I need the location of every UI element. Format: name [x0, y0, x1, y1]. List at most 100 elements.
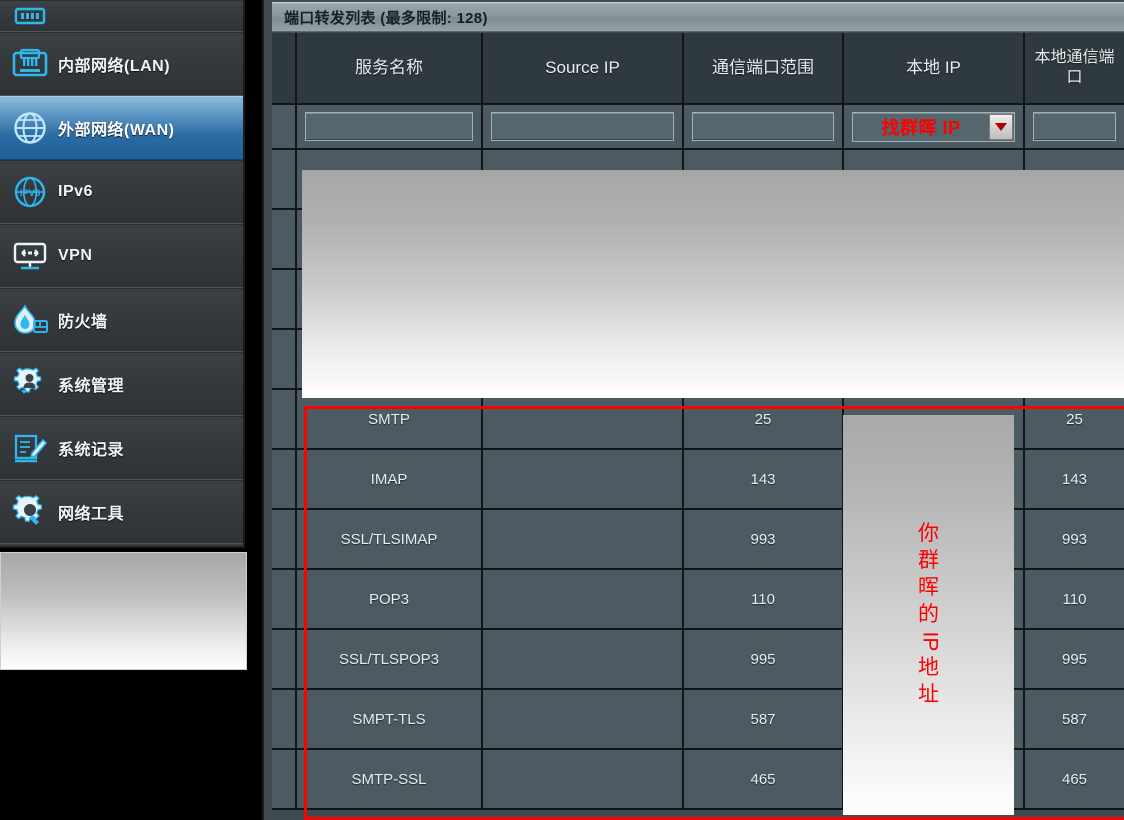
hint-char-4: IP	[915, 632, 942, 652]
page-title: 端口转发列表 (最多限制: 128)	[272, 2, 1124, 32]
globe-icon	[8, 107, 52, 149]
gear-person-icon	[8, 363, 52, 405]
hint-char-5: 地	[918, 655, 939, 682]
sidebar-item-network-tools-label: 网络工具	[58, 500, 124, 524]
cell-port-range: 25	[684, 390, 844, 450]
header-select	[272, 33, 297, 105]
sidebar-item-network-tools[interactable]: 网络工具	[0, 480, 243, 544]
sidebar-item-wan[interactable]: 外部网络(WAN)	[0, 96, 243, 160]
sidebar-item-vpn-label: VPN	[58, 247, 92, 265]
cell-source-ip	[483, 690, 684, 750]
cell-port-range: 110	[684, 570, 844, 630]
cell-port-range: 993	[684, 510, 844, 570]
cell-local-port: 110	[1025, 570, 1124, 630]
filter-port-range-cell	[684, 105, 844, 150]
hint-char-6: 址	[918, 682, 939, 709]
row-select-cell[interactable]	[272, 330, 297, 390]
cell-local-port: 587	[1025, 690, 1124, 750]
cell-port-range: 465	[684, 750, 844, 810]
local-ip-combobox[interactable]: 找群晖 IP	[852, 112, 1015, 142]
cell-port-range: 587	[684, 690, 844, 750]
gear-wrench-icon	[8, 491, 52, 533]
router-icon	[8, 0, 52, 29]
local-ip-hint-annotation: 你群晖的 IP 地址	[918, 521, 939, 709]
cell-local-port: 993	[1025, 510, 1124, 570]
source-ip-input[interactable]	[491, 112, 674, 141]
sidebar-item-vpn[interactable]: VPN	[0, 224, 243, 288]
log-pencil-icon	[8, 427, 52, 469]
cell-service-name: SSL/TLSIMAP	[297, 510, 483, 570]
cell-local-port: 143	[1025, 450, 1124, 510]
cell-source-ip	[483, 630, 684, 690]
filter-service-name-cell	[297, 105, 483, 150]
port-range-input[interactable]	[692, 112, 834, 141]
cell-source-ip	[483, 750, 684, 810]
hint-char-0: 你	[918, 521, 939, 548]
row-select-cell[interactable]	[272, 570, 297, 630]
sidebar-item-ipv6[interactable]: IPV6 IPv6	[0, 160, 243, 224]
screen: 内部网络(LAN) 外部网络(WAN) IPV6	[0, 0, 1124, 820]
sidebar-item-system-log[interactable]: 系统记录	[0, 416, 243, 480]
ipv6-globe-icon: IPV6	[8, 171, 52, 213]
header-local-port: 本地通信端口	[1025, 33, 1124, 105]
cell-port-range: 143	[684, 450, 844, 510]
sidebar-item-wan-label: 外部网络(WAN)	[58, 116, 175, 140]
header-port-range: 通信端口范围	[684, 33, 844, 105]
sidebar-item-system-admin-label: 系统管理	[58, 372, 124, 396]
cell-service-name: SSL/TLSPOP3	[297, 630, 483, 690]
row-select-cell[interactable]	[272, 270, 297, 330]
cell-source-ip	[483, 570, 684, 630]
local-port-input[interactable]	[1033, 112, 1116, 141]
cell-local-port: 995	[1025, 630, 1124, 690]
sidebar-item-lan-label: 内部网络(LAN)	[58, 52, 170, 76]
sidebar-item-lan[interactable]: 内部网络(LAN)	[0, 32, 243, 96]
lan-port-icon	[8, 43, 52, 85]
local-ip-value: 找群晖 IP	[853, 114, 989, 140]
sidebar-item-ipv6-label: IPv6	[58, 183, 93, 201]
dropdown-overlay-top[interactable]	[302, 170, 1124, 398]
cell-port-range: 995	[684, 630, 844, 690]
sidebar-item-firewall[interactable]: 防火墙	[0, 288, 243, 352]
chevron-down-icon[interactable]	[989, 114, 1013, 140]
cell-service-name: POP3	[297, 570, 483, 630]
cell-service-name: SMTP	[297, 390, 483, 450]
filter-local-port-cell	[1025, 105, 1124, 150]
row-select-cell[interactable]	[272, 450, 297, 510]
dropdown-overlay-local-ip[interactable]: 你群晖的 IP 地址	[843, 415, 1014, 815]
header-source-ip: Source IP	[483, 33, 684, 105]
row-select-cell[interactable]	[272, 390, 297, 450]
row-select-cell[interactable]	[272, 150, 297, 210]
service-name-input[interactable]	[305, 112, 473, 141]
hint-char-3: 的	[918, 602, 939, 629]
sidebar: 内部网络(LAN) 外部网络(WAN) IPV6	[0, 0, 245, 548]
cell-service-name: SMPT-TLS	[297, 690, 483, 750]
row-select-cell[interactable]	[272, 510, 297, 570]
table-header-row: 服务名称 Source IP 通信端口范围 本地 IP 本地通信端口	[272, 33, 1124, 105]
hint-char-2: 晖	[918, 575, 939, 602]
filter-source-ip-cell	[483, 105, 684, 150]
filter-select-cell	[272, 105, 297, 150]
sidebar-item-firewall-label: 防火墙	[58, 308, 108, 332]
sidebar-item-system-log-label: 系统记录	[58, 436, 124, 460]
sidebar-bottom-panel	[0, 552, 247, 670]
svg-text:IPV6: IPV6	[20, 188, 41, 199]
table-filter-row: 找群晖 IP	[272, 105, 1124, 150]
row-select-cell[interactable]	[272, 630, 297, 690]
firewall-flame-icon	[8, 299, 52, 341]
cell-source-ip	[483, 390, 684, 450]
sidebar-item-system-admin[interactable]: 系统管理	[0, 352, 243, 416]
cell-local-port: 465	[1025, 750, 1124, 810]
row-select-cell[interactable]	[272, 690, 297, 750]
header-local-ip: 本地 IP	[844, 33, 1025, 105]
cell-service-name: SMTP-SSL	[297, 750, 483, 810]
hint-char-1: 群	[918, 548, 939, 575]
cell-source-ip	[483, 450, 684, 510]
vpn-monitor-icon	[8, 235, 52, 277]
cell-service-name: IMAP	[297, 450, 483, 510]
row-select-cell[interactable]	[272, 750, 297, 810]
row-select-cell[interactable]	[272, 210, 297, 270]
cell-local-port: 25	[1025, 390, 1124, 450]
sidebar-item-0[interactable]	[0, 0, 243, 32]
header-service-name: 服务名称	[297, 33, 483, 105]
filter-local-ip-cell: 找群晖 IP	[844, 105, 1025, 150]
